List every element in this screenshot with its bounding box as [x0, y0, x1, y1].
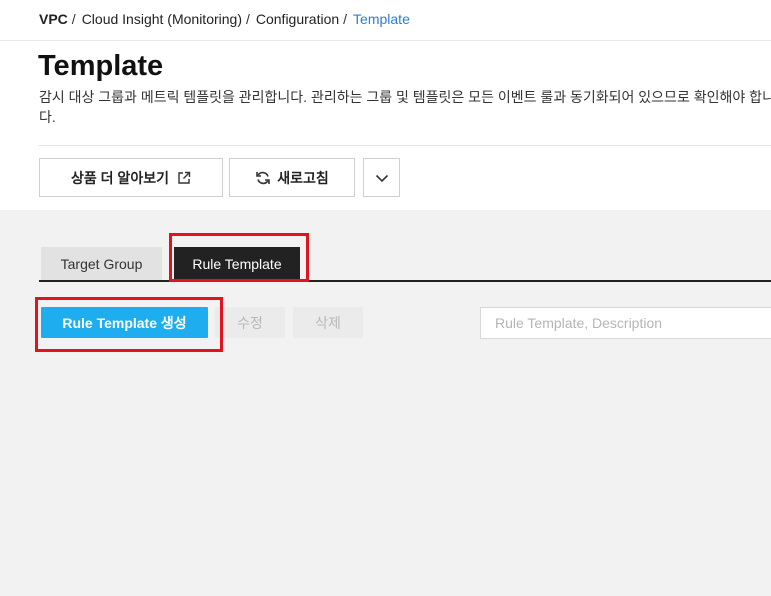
- breadcrumb-item-template: Template: [353, 11, 410, 27]
- learn-more-button[interactable]: 상품 더 알아보기: [39, 158, 223, 197]
- learn-more-label: 상품 더 알아보기: [71, 169, 169, 186]
- page-title: Template: [38, 50, 164, 82]
- tab-underline: [39, 280, 771, 282]
- edit-button[interactable]: 수정: [215, 307, 285, 338]
- refresh-button[interactable]: 새로고침: [229, 158, 355, 197]
- breadcrumb-separator: /: [245, 11, 250, 27]
- breadcrumb-separator: /: [71, 11, 76, 27]
- header-area: VPC / Cloud Insight (Monitoring) / Configura…: [0, 0, 771, 210]
- breadcrumb-item-vpc[interactable]: VPC: [39, 11, 68, 27]
- header-divider: [0, 40, 771, 41]
- highlight-box-create-button: [35, 297, 223, 352]
- breadcrumb-item-configuration[interactable]: Configuration: [256, 11, 339, 27]
- delete-button[interactable]: 삭제: [293, 307, 363, 338]
- breadcrumb-item-cloud-insight[interactable]: Cloud Insight (Monitoring): [82, 11, 242, 27]
- toolbar-divider: [39, 145, 771, 146]
- highlight-box-tab: [169, 233, 309, 282]
- breadcrumb: VPC / Cloud Insight (Monitoring) / Configura…: [39, 11, 410, 27]
- tab-target-group[interactable]: Target Group: [41, 247, 162, 280]
- refresh-label: 새로고침: [277, 169, 329, 186]
- search-input[interactable]: [480, 307, 771, 339]
- page-description: 감시 대상 그룹과 메트릭 템플릿을 관리합니다. 관리하는 그룹 및 템플릿은…: [39, 89, 771, 125]
- chevron-down-icon: [375, 173, 389, 183]
- external-link-icon: [177, 171, 191, 185]
- breadcrumb-separator: /: [343, 11, 348, 27]
- more-options-button[interactable]: [363, 158, 400, 197]
- refresh-icon: [255, 170, 271, 186]
